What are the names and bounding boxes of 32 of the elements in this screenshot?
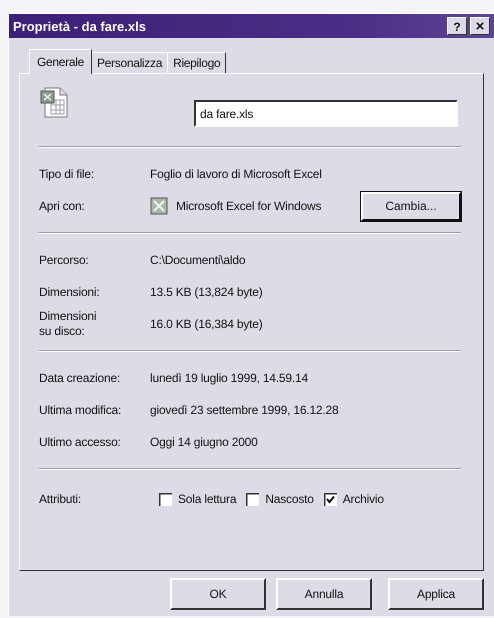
window-title: Proprietà - da fare.xls xyxy=(13,18,147,34)
tab[interactable]: Riepilogo xyxy=(167,52,226,73)
field-label: Apri con: xyxy=(39,198,86,214)
field-label: Dimensioni: xyxy=(39,284,100,300)
field-value: giovedì 23 settembre 1999, 16.12.28 xyxy=(150,403,338,417)
checkbox-label: Nascosto xyxy=(265,492,314,506)
file-name-field[interactable]: da fare.xls xyxy=(194,100,458,127)
field-value: 13.5 KB (13,824 byte) xyxy=(150,285,263,299)
checkbox-label: Archivio xyxy=(342,492,384,506)
change-button[interactable]: Cambia... xyxy=(361,192,461,220)
checkbox-label: Sola lettura xyxy=(178,492,236,506)
tab[interactable]: Generale xyxy=(29,49,92,74)
checkbox[interactable] xyxy=(246,492,260,506)
field-label: Dimensioni su disco: xyxy=(39,309,98,339)
spreadsheet-app-icon xyxy=(150,197,168,215)
field-label: Attributi: xyxy=(39,492,82,506)
field-label: Percorso: xyxy=(39,252,90,268)
field-label: Ultima modifica: xyxy=(39,402,122,418)
close-button[interactable]: × xyxy=(470,17,490,35)
apply-button[interactable]: Applica xyxy=(388,578,484,610)
help-button[interactable]: ? xyxy=(447,17,467,35)
field-label: Tipo di file: xyxy=(39,166,95,182)
field-value: Microsoft Excel for Windows xyxy=(176,199,322,213)
field-value: lunedì 19 luglio 1999, 14.59.14 xyxy=(150,371,308,385)
field-value: 16.0 KB (16,384 byte) xyxy=(150,317,263,331)
field-value: Oggi 14 giugno 2000 xyxy=(150,435,258,449)
checkbox[interactable] xyxy=(159,492,172,506)
field-label: Data creazione: xyxy=(39,370,122,386)
field-value: C:\Documenti\aldo xyxy=(150,253,246,267)
field-value: Foglio di lavoro di Microsoft Excel xyxy=(150,167,322,181)
field-label: Ultimo accesso: xyxy=(39,434,122,450)
checkbox[interactable] xyxy=(324,492,337,506)
